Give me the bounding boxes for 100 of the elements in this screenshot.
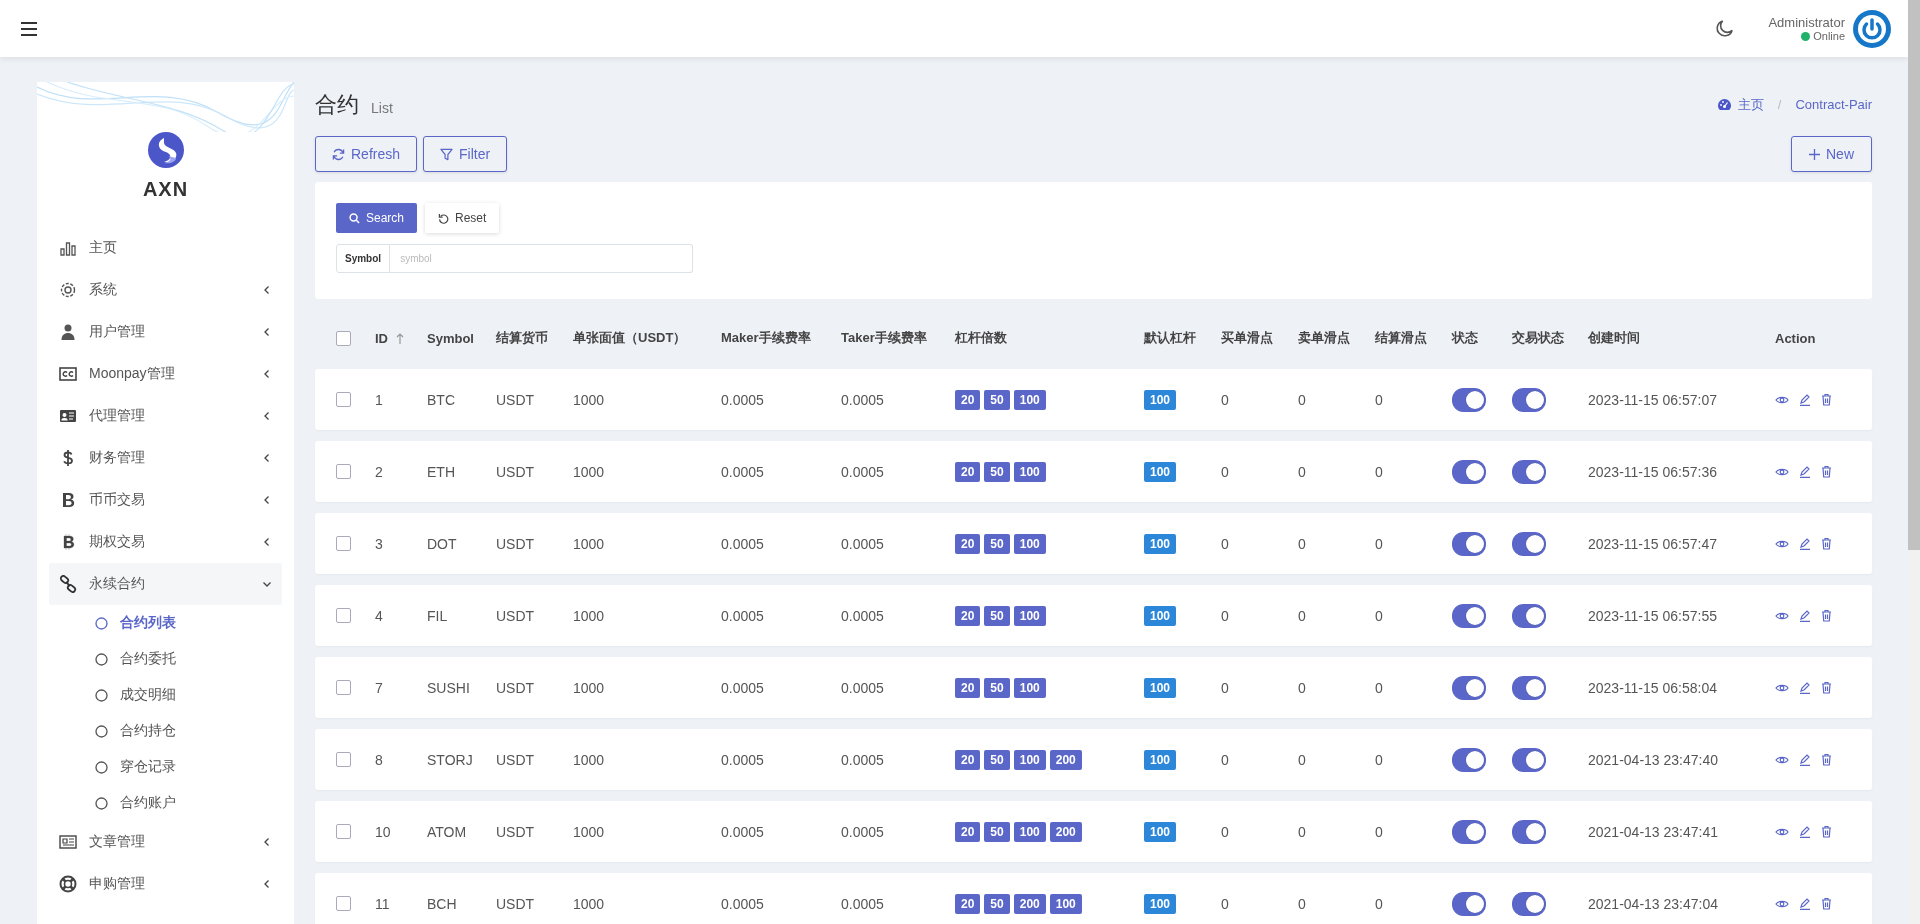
table-cell: 2021-04-13 23:47:41 xyxy=(1588,823,1718,840)
checkbox[interactable] xyxy=(336,608,351,623)
edit-icon[interactable] xyxy=(1799,897,1811,910)
menu-icon[interactable] xyxy=(21,21,37,36)
sidebar-item[interactable]: Moonpay管理 xyxy=(49,353,282,395)
table-cell: 2023-11-15 06:57:47 xyxy=(1588,535,1717,552)
trash-icon[interactable] xyxy=(1821,897,1832,910)
edit-icon[interactable] xyxy=(1799,465,1811,478)
edit-icon[interactable] xyxy=(1799,825,1811,838)
sidebar-item[interactable]: 用户管理 xyxy=(49,311,282,353)
table-cell: ATOM xyxy=(427,823,467,840)
eye-icon[interactable] xyxy=(1775,754,1789,765)
status-toggle[interactable] xyxy=(1452,675,1486,700)
sidebar-item[interactable]: 币币交易 xyxy=(49,479,282,521)
status-toggle[interactable] xyxy=(1452,459,1486,484)
refresh-button[interactable]: Refresh xyxy=(315,136,418,172)
checkbox[interactable] xyxy=(336,536,351,551)
table-cell: 0.0005 xyxy=(721,895,764,912)
sidebar-item[interactable]: 永续合约 xyxy=(49,563,282,605)
link-icon xyxy=(59,575,77,593)
trash-icon[interactable] xyxy=(1821,393,1832,406)
eye-icon[interactable] xyxy=(1775,466,1789,477)
checkbox[interactable] xyxy=(336,752,351,767)
submenu-item[interactable]: 穿仓记录 xyxy=(49,749,282,785)
leverage-badge: 100 xyxy=(1013,389,1046,410)
trade-status-toggle[interactable] xyxy=(1512,891,1546,916)
trade-status-toggle[interactable] xyxy=(1512,531,1546,556)
trash-icon[interactable] xyxy=(1821,537,1832,550)
column-header: 默认杠杆 xyxy=(1144,329,1196,347)
filter-button[interactable]: Filter xyxy=(423,136,508,172)
checkbox[interactable] xyxy=(336,464,351,479)
table-cell: 0 xyxy=(1298,751,1306,768)
search-button[interactable]: Search xyxy=(336,203,418,233)
leverage-badge: 100 xyxy=(1013,677,1046,698)
eye-icon[interactable] xyxy=(1775,898,1789,909)
table-cell: 0.0005 xyxy=(721,607,764,624)
sidebar-item[interactable]: 主页 xyxy=(49,227,282,269)
table-cell: 0.0005 xyxy=(721,535,764,552)
status-toggle[interactable] xyxy=(1452,387,1486,412)
checkbox[interactable] xyxy=(336,330,351,346)
sidebar-item[interactable]: 申购管理 xyxy=(49,863,282,905)
eye-icon[interactable] xyxy=(1775,826,1789,837)
edit-icon[interactable] xyxy=(1799,393,1811,406)
reset-button[interactable]: Reset xyxy=(425,203,500,233)
trade-status-toggle[interactable] xyxy=(1512,603,1546,628)
sidebar-item[interactable]: 代理管理 xyxy=(49,395,282,437)
new-button[interactable]: New xyxy=(1791,136,1872,172)
column-header: 杠杆倍数 xyxy=(955,329,1007,347)
trash-icon[interactable] xyxy=(1821,681,1832,694)
table-cell: 0 xyxy=(1221,895,1229,912)
table-cell: FIL xyxy=(427,607,448,624)
sidebar-item[interactable]: 系统 xyxy=(49,269,282,311)
leverage-badge: 50 xyxy=(984,389,1010,410)
scrollbar[interactable] xyxy=(1908,0,1920,924)
trade-status-toggle[interactable] xyxy=(1512,675,1546,700)
status-toggle[interactable] xyxy=(1452,747,1486,772)
submenu-item[interactable]: 合约持仓 xyxy=(49,713,282,749)
edit-icon[interactable] xyxy=(1799,681,1811,694)
breadcrumb-link[interactable]: 主页 xyxy=(1737,95,1764,114)
checkbox[interactable] xyxy=(336,392,351,407)
eye-icon[interactable] xyxy=(1775,682,1789,693)
table-cell: 0.0005 xyxy=(841,391,884,408)
edit-icon[interactable] xyxy=(1799,609,1811,622)
table-cell: 0 xyxy=(1298,535,1306,552)
trash-icon[interactable] xyxy=(1821,609,1832,622)
edit-icon[interactable] xyxy=(1799,753,1811,766)
eye-icon[interactable] xyxy=(1775,538,1789,549)
trade-status-toggle[interactable] xyxy=(1512,459,1546,484)
submenu-item[interactable]: 合约委托 xyxy=(49,641,282,677)
trash-icon[interactable] xyxy=(1821,825,1832,838)
sidebar-item[interactable]: 文章管理 xyxy=(49,821,282,863)
edit-icon[interactable] xyxy=(1799,537,1811,550)
trade-status-toggle[interactable] xyxy=(1512,819,1546,844)
submenu-item[interactable]: 成交明细 xyxy=(49,677,282,713)
checkbox[interactable] xyxy=(336,896,351,911)
sidebar-item[interactable]: 财务管理 xyxy=(49,437,282,479)
status-toggle[interactable] xyxy=(1452,603,1486,628)
default-leverage-badge: 100 xyxy=(1144,461,1177,482)
leverage-badge: 50 xyxy=(984,605,1010,626)
checkbox[interactable] xyxy=(336,680,351,695)
eye-icon[interactable] xyxy=(1775,610,1789,621)
checkbox[interactable] xyxy=(336,824,351,839)
breadcrumb-link[interactable]: Contract-Pair xyxy=(1795,97,1872,112)
status-toggle[interactable] xyxy=(1452,891,1486,916)
status-toggle[interactable] xyxy=(1452,819,1486,844)
eye-icon[interactable] xyxy=(1775,394,1789,405)
trash-icon[interactable] xyxy=(1821,465,1832,478)
submenu-item[interactable]: 合约列表 xyxy=(49,605,282,641)
column-header[interactable]: ID xyxy=(375,330,388,346)
trash-icon[interactable] xyxy=(1821,753,1832,766)
table-cell: 1000 xyxy=(573,679,605,696)
table-cell: 4 xyxy=(375,607,383,624)
trade-status-toggle[interactable] xyxy=(1512,387,1546,412)
trade-status-toggle[interactable] xyxy=(1512,747,1546,772)
submenu-item[interactable]: 合约账户 xyxy=(49,785,282,821)
symbol-field[interactable]: symbol xyxy=(390,244,693,273)
moon-icon[interactable] xyxy=(1715,19,1735,38)
status-toggle[interactable] xyxy=(1452,531,1486,556)
sidebar-item[interactable]: 期权交易 xyxy=(49,521,282,563)
power-icon[interactable] xyxy=(1853,9,1891,48)
